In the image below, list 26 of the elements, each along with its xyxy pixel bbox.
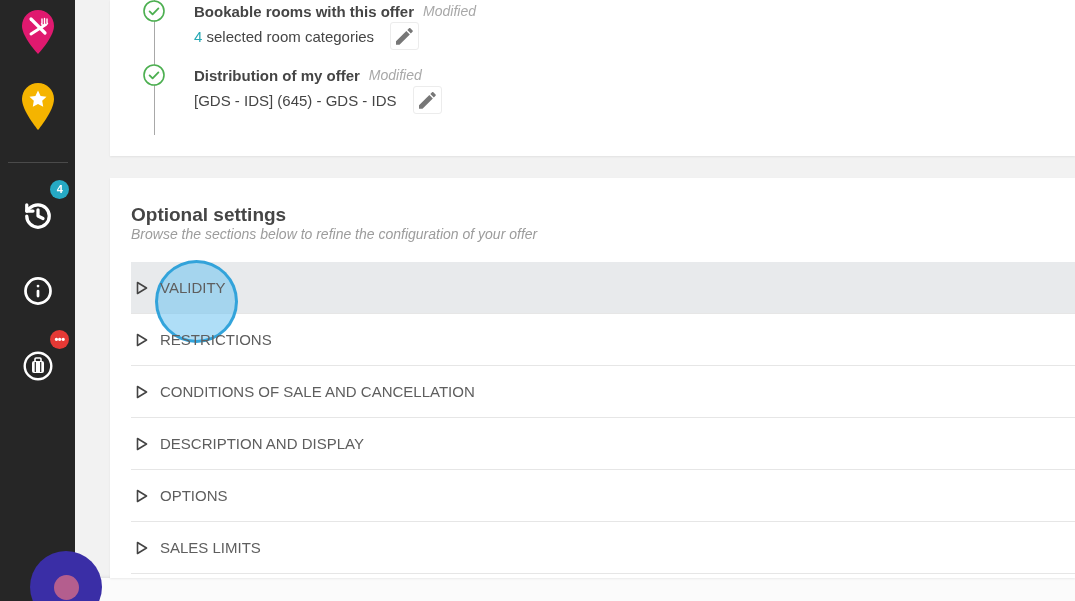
luggage-icon[interactable]	[22, 350, 53, 381]
step-value: [GDS - IDS] (645) - GDS - IDS	[194, 91, 397, 109]
accordion-row[interactable]: DESCRIPTION AND DISPLAY	[131, 418, 1075, 470]
edit-button[interactable]	[390, 22, 420, 50]
dot-icon	[53, 574, 79, 600]
accordion-row[interactable]: SALES LIMITS	[131, 522, 1075, 574]
pencil-icon	[418, 91, 436, 109]
star-pin-icon[interactable]	[21, 83, 54, 130]
accordion-row[interactable]: OPTIONS	[131, 470, 1075, 522]
step-value: 4 selected room categories	[194, 27, 375, 45]
section-subtitle: Browse the sections below to refine the configuration of your offer	[131, 226, 539, 242]
notification-badge: •••	[50, 330, 69, 349]
step-title: Distribution of my offer	[194, 66, 360, 84]
accordion-row[interactable]: RESTRICTIONS	[131, 314, 1075, 366]
edit-button[interactable]	[412, 86, 442, 114]
notification-badge: 4	[50, 180, 69, 199]
history-icon[interactable]	[22, 200, 53, 231]
accordion-row[interactable]: VALIDITY	[131, 262, 1075, 314]
restaurant-pin-icon[interactable]	[21, 10, 54, 54]
info-icon[interactable]	[22, 275, 53, 306]
pencil-icon	[396, 27, 414, 45]
status-label: Modified	[368, 67, 422, 83]
accordion-row[interactable]: CONDITIONS OF SALE AND CANCELLATION	[131, 366, 1075, 418]
section-title: Optional settings	[131, 204, 288, 226]
status-label: Modified	[423, 3, 476, 19]
step-title: Bookable rooms with this offer	[194, 2, 415, 20]
